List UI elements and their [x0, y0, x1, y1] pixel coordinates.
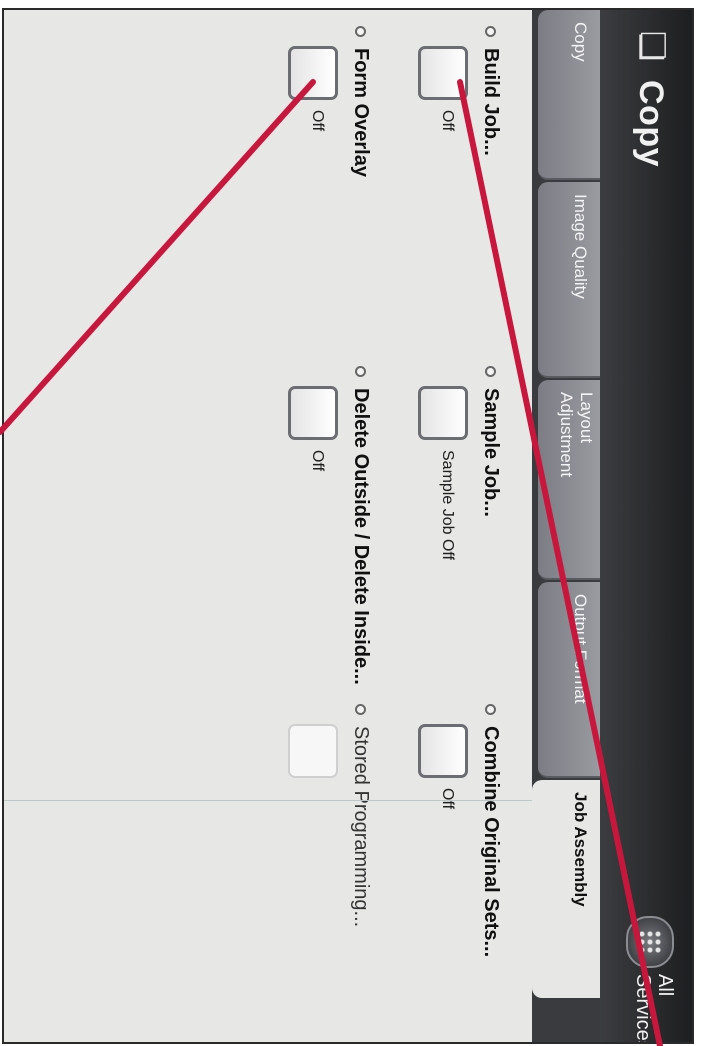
page-title: Copy — [632, 80, 670, 167]
combine-original-sets-option: Combine Original Sets... Off — [402, 704, 502, 1034]
tab-bar: Copy Image Quality Layout Adjustment Out… — [532, 10, 600, 1042]
stored-programming-option: Stored Programming... — [272, 704, 372, 1034]
grid-icon — [626, 916, 674, 968]
radio-icon — [355, 704, 366, 715]
sample-job-option: Sample Job... Sample Job Off — [402, 366, 502, 666]
build-job-button[interactable] — [418, 46, 468, 100]
radio-icon — [485, 704, 496, 715]
tab-layout-adjustment[interactable]: Layout Adjustment — [538, 380, 600, 580]
delete-outside-inside-option: Delete Outside / Delete Inside... Off — [272, 366, 372, 696]
tab-job-assembly[interactable]: Job Assembly — [532, 780, 600, 998]
build-job-option: Build Job... Off — [402, 26, 502, 326]
copy-app-icon: ❏ — [632, 30, 672, 62]
delete-outside-inside-label: Delete Outside / Delete Inside... — [350, 388, 372, 685]
sample-job-label: Sample Job... — [480, 388, 502, 517]
sample-job-button[interactable] — [418, 386, 468, 440]
all-services-button[interactable]: All Services — [600, 892, 692, 1044]
job-assembly-panel: Build Job... Off Sample Job... Sample Jo… — [2, 10, 532, 1042]
combine-original-sets-button[interactable] — [418, 724, 468, 778]
radio-icon — [485, 366, 496, 377]
all-services-label: All Services — [632, 974, 676, 1044]
form-overlay-option: Form Overlay Off — [272, 26, 372, 326]
radio-icon — [355, 366, 366, 377]
tab-copy[interactable]: Copy — [538, 10, 600, 180]
stored-programming-label: Stored Programming... — [350, 726, 372, 928]
form-overlay-label: Form Overlay — [350, 48, 372, 177]
form-overlay-button[interactable] — [288, 46, 338, 100]
copy-screen: ❏ Copy All Services Copy Image Quality L… — [2, 8, 694, 1044]
panel-divider — [2, 800, 532, 801]
tab-output-format[interactable]: Output Format — [538, 582, 600, 778]
tab-image-quality[interactable]: Image Quality — [538, 182, 600, 378]
combine-original-sets-state: Off — [439, 788, 456, 810]
title-bar: ❏ Copy All Services — [600, 10, 692, 1044]
stored-programming-button[interactable] — [288, 724, 338, 778]
combine-original-sets-label: Combine Original Sets... — [480, 726, 502, 958]
rotated-screen: ❏ Copy All Services Copy Image Quality L… — [0, 0, 702, 1046]
delete-outside-inside-button[interactable] — [288, 386, 338, 440]
radio-icon — [355, 26, 366, 37]
scanned-page: ❏ Copy All Services Copy Image Quality L… — [0, 0, 702, 1046]
build-job-state: Off — [439, 110, 456, 132]
form-overlay-state: Off — [309, 110, 326, 132]
radio-icon — [485, 26, 496, 37]
sample-job-state: Sample Job Off — [439, 450, 456, 560]
build-job-label: Build Job... — [480, 48, 502, 156]
delete-outside-inside-state: Off — [309, 450, 326, 472]
